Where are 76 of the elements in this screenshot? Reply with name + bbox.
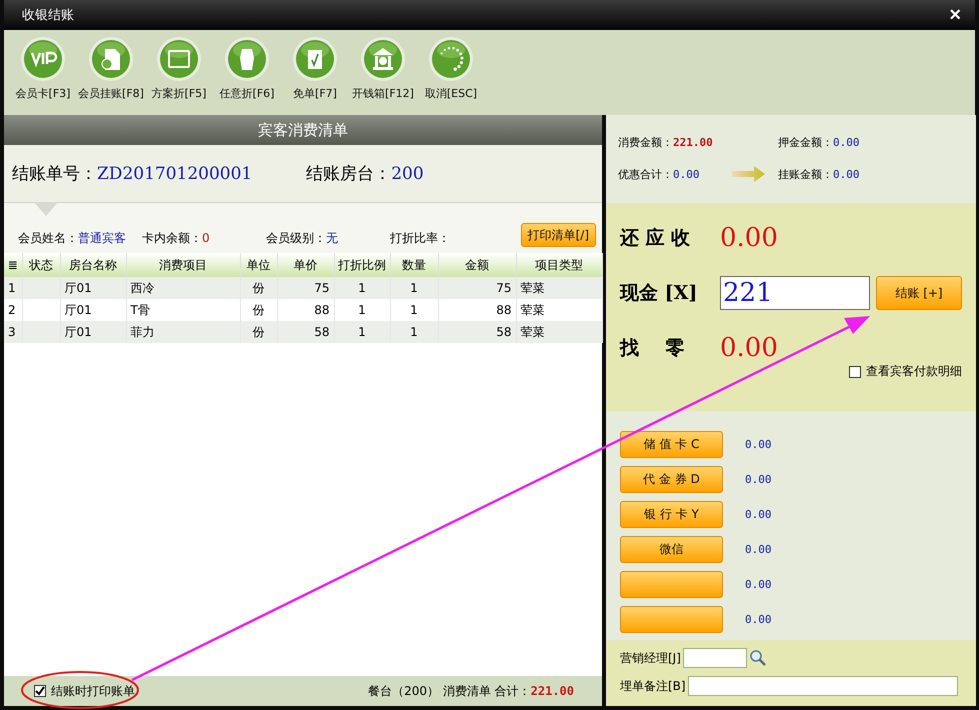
column-header: 单价: [277, 253, 334, 277]
window-icon: [156, 36, 202, 82]
column-header: 打折比例: [334, 253, 390, 277]
amount-due-value: 0.00: [720, 223, 778, 253]
checkbox[interactable]: [849, 366, 861, 378]
cash-field[interactable]: 221: [720, 276, 870, 310]
discount-total: 优惠合计：0.00: [618, 166, 700, 182]
toolbar-button[interactable]: 免单[F7]: [282, 36, 348, 101]
table-cell: 58: [438, 321, 516, 343]
payment-amount: 0.00: [745, 578, 772, 591]
payment-method-button[interactable]: 储 值 卡 C: [620, 431, 723, 458]
payment-amount: 0.00: [745, 543, 772, 556]
bill-room: 结账房台：200: [306, 163, 424, 185]
close-button[interactable]: ×: [945, 5, 965, 25]
column-header: 房台名称: [60, 253, 126, 277]
column-header: 数量: [390, 253, 438, 277]
toolbar-button[interactable]: 任意折[F6]: [214, 36, 280, 101]
document-icon: [88, 36, 134, 82]
table-cell: 份: [240, 321, 277, 343]
panel-header: 宾客消费清单: [4, 115, 602, 145]
payment-amount: 0.00: [745, 473, 772, 486]
column-header: ≣: [4, 253, 22, 277]
table-cell: 3: [4, 321, 22, 343]
payment-amount: 0.00: [745, 508, 772, 521]
table-cell: 58: [277, 321, 334, 343]
payment-method-button[interactable]: 银 行 卡 Y: [620, 501, 723, 528]
cash-label: 现金 [X]: [620, 281, 698, 306]
checkbox[interactable]: [34, 685, 46, 697]
column-header: 消费项目: [126, 253, 240, 277]
toolbar-button[interactable]: 会员挂账[F8]: [78, 36, 144, 101]
toolbar-button[interactable]: 取消[ESC]: [418, 36, 484, 101]
dotted-circle-icon: [428, 36, 474, 82]
search-icon[interactable]: [748, 649, 767, 667]
table-cell: 荤菜: [516, 321, 602, 343]
payment-method-button[interactable]: [620, 571, 723, 598]
table-cell: 厅01: [60, 321, 126, 343]
column-header: 金额: [438, 253, 516, 277]
column-header: 状态: [22, 253, 60, 277]
vip-icon: [20, 36, 66, 82]
payment-method-button[interactable]: [620, 606, 723, 633]
table-cell: 1: [334, 321, 390, 343]
column-header: 单位: [240, 253, 277, 277]
table-cell: 菲力: [126, 321, 240, 343]
field-label: 埋单备注[B]: [620, 678, 686, 694]
change-value: 0.00: [720, 333, 778, 363]
remark-field[interactable]: [688, 676, 958, 696]
payment-amount: 0.00: [745, 613, 772, 626]
table-cell: 1: [390, 321, 438, 343]
checkout-button[interactable]: 结账 [+]: [876, 276, 962, 310]
bill-number: 结账单号：ZD201701200001: [12, 163, 252, 185]
amount-due-label: 还 应 收: [620, 226, 692, 251]
change-label: 找 零: [620, 336, 686, 361]
clipboard-check-icon: [292, 36, 338, 82]
print-list-button[interactable]: 打印清单[/]: [520, 223, 596, 247]
deposit-amount: 押金金额：0.00: [778, 135, 860, 150]
arrow-icon: [732, 164, 766, 184]
toolbar-button[interactable]: 会员卡[F3]: [10, 36, 76, 101]
member-info: 卡内余额：0: [142, 230, 211, 247]
manager-field[interactable]: [682, 648, 747, 668]
consumption-amount: 消费金额：221.00: [618, 135, 714, 150]
member-info: 打折比率：: [390, 230, 451, 247]
column-header: 项目类型: [516, 253, 602, 277]
payment-amount: 0.00: [745, 438, 772, 451]
toolbar-button[interactable]: 开钱箱[F12]: [350, 36, 416, 101]
field-label: 营销经理[J]: [620, 650, 681, 666]
member-info: 会员级别：无: [266, 230, 339, 247]
checkbox-label: 查看宾客付款明细: [866, 363, 962, 380]
member-info: 会员姓名：普通宾客: [18, 230, 127, 247]
bill-total: 餐台（200） 消费清单 合计：221.00: [368, 682, 574, 700]
payment-method-button[interactable]: 代 金 券 D: [620, 466, 723, 493]
credit-amount: 挂账金额：0.00: [778, 166, 860, 182]
payment-method-button[interactable]: 微信: [620, 536, 723, 563]
checkbox-label: 结账时打印账单: [51, 682, 135, 700]
bank-icon: [360, 36, 406, 82]
toolbar-button[interactable]: 方案折[F5]: [146, 36, 212, 101]
window-title: 收银结账: [22, 7, 74, 24]
